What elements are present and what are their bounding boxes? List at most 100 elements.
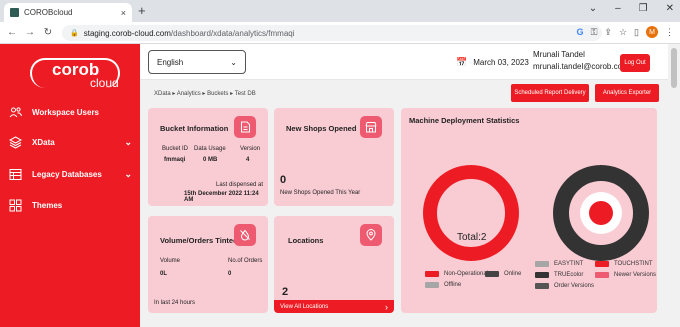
orders-label: No.of Orders [228,258,263,264]
donut-total-label: Total:2 [457,232,487,243]
legend-swatch [425,282,439,288]
url-path: /dashboard/xdata/analytics/fmmaqi [170,28,295,38]
breadcrumb-separator: ▸ [172,91,176,97]
chevron-down-icon: ⌄ [230,57,237,67]
browser-tab-bar: COROBcloud × + ⌄ – ❐ ✕ [0,0,680,22]
tinted-footer: In last 24 hours [154,300,196,306]
legend-online: Online [485,271,521,277]
card-title: Volume/Orders Tinted [160,236,238,245]
legend-label: Order Versions [554,283,595,289]
legend-newer-versions: Newer Versions [595,272,656,278]
version-header: Version [240,146,261,152]
sidebar-item-label: Legacy Databases [32,169,102,179]
tab-close-icon[interactable]: × [121,8,126,18]
logo-sub: cloud [90,76,119,90]
back-icon[interactable]: ← [6,27,18,38]
shops-count: 0 [280,174,287,186]
language-value: English [157,57,184,67]
tint-off-icon [234,224,256,246]
sidebar-item-xdata[interactable]: XData ⌄ [8,135,132,149]
user-email: mrunali.tandel@corob.com [533,62,629,71]
grid-icon [8,198,22,212]
bucket-info-card: Bucket Information Bucket ID Data Usage … [148,108,268,206]
legend-offline: Offline [425,282,461,288]
document-icon [234,116,256,138]
breadcrumb-item[interactable]: XData [154,91,171,97]
last-dispensed-label: Last dispensed at [216,182,264,188]
share-icon[interactable]: ⇪ [604,27,612,38]
view-all-locations-link[interactable]: View All Locations › [274,300,394,313]
card-title: Machine Deployment Statistics [409,116,520,125]
legend-non-operational: Non-Operational [425,271,488,277]
menu-icon[interactable]: ⋮ [665,27,674,38]
breadcrumb-item[interactable]: Buckets [207,91,228,97]
version-value: 4 [246,157,250,163]
vertical-scrollbar[interactable] [668,44,680,327]
legend-swatch [595,261,609,267]
card-title: Locations [288,236,324,245]
location-pin-icon [360,224,382,246]
sidebar-item-workspace-users[interactable]: Workspace Users [8,105,132,119]
user-info: Mrunali Tandel mrunali.tandel@corob.com [533,49,629,73]
tab-title: COROBcloud [24,8,73,17]
layers-icon [8,135,22,149]
locations-card: Locations 2 View All Locations › [274,216,394,313]
orders-value: 0 [228,271,232,277]
locations-count: 2 [282,286,289,298]
maximize-icon[interactable]: ❐ [639,3,648,14]
machine-status-donut [423,165,519,261]
breadcrumb-item: Test DB [234,91,256,97]
machine-deployment-card: Machine Deployment Statistics Total:2 No… [401,108,657,313]
sidepanel-icon[interactable]: ▯ [634,27,639,38]
current-date: March 03, 2023 [473,58,529,67]
window-controls: ⌄ – ❐ ✕ [589,3,674,14]
legend-swatch [535,272,549,278]
sidebar-item-legacy-databases[interactable]: Legacy Databases ⌄ [8,167,132,181]
card-title: New Shops Opened [286,124,357,133]
chevron-right-icon: › [385,301,388,312]
new-shops-card: New Shops Opened 0 New Shops Opened This… [274,108,394,206]
legend-order-versions: Order Versions [535,283,594,289]
top-bar: English ⌄ 📅 March 03, 2023 Mrunali Tande… [140,44,668,80]
last-dispensed-value: 15th December 2022 11:24 AM [184,191,259,203]
scrollbar-thumb[interactable] [671,48,677,88]
language-select[interactable]: English ⌄ [148,50,246,74]
store-icon [360,116,382,138]
machine-version-donut [553,165,649,261]
volume-label: Volume [160,258,181,264]
sidebar-item-themes[interactable]: Themes [8,198,132,212]
reload-icon[interactable]: ↻ [42,27,54,38]
favicon-icon [10,8,19,17]
sidebar-item-label: XData [32,137,55,147]
sidebar: corob cloud Workspace Users XData ⌄ Lega… [0,44,140,327]
new-tab-icon[interactable]: + [138,3,146,18]
scheduled-report-delivery-button[interactable]: Scheduled Report Delivery [511,84,589,102]
profile-avatar[interactable]: M [646,26,658,38]
legend-label: TRUEcolor [554,272,584,278]
horizontal-scrollbar[interactable] [140,319,680,327]
legend-swatch [535,261,549,267]
legend-swatch [425,271,439,277]
logout-button[interactable]: Log Out [620,54,650,72]
tab-search-chevron-icon[interactable]: ⌄ [589,3,597,14]
star-icon[interactable]: ☆ [619,27,627,38]
legend-touchstint: TOUCHSTINT [595,261,653,267]
forward-icon[interactable]: → [24,27,36,38]
legend-label: Non-Operational [444,271,489,277]
data-usage-header: Data Usage [194,146,226,152]
legend-label: Offline [444,282,462,288]
window-close-icon[interactable]: ✕ [666,3,674,14]
corob-cloud-logo[interactable]: corob cloud [30,54,125,94]
google-icon[interactable]: G [577,27,584,37]
address-bar: ← → ↻ 🔒 staging.corob-cloud.com/dashboar… [0,22,680,44]
browser-tab[interactable]: COROBcloud × [4,3,132,22]
volume-orders-card: Volume/Orders Tinted Volume No.of Orders… [148,216,268,313]
breadcrumb-item[interactable]: Analytics [177,91,201,97]
breadcrumb: XData ▸ Analytics ▸ Buckets ▸ Test DB [154,90,256,97]
url-input[interactable]: 🔒 staging.corob-cloud.com/dashboard/xdat… [62,25,602,41]
key-icon[interactable]: ⚿ [591,27,598,38]
minimize-icon[interactable]: – [615,3,621,14]
legend-label: Online [504,271,522,277]
analytics-exporter-button[interactable]: Analytics Exporter [595,84,659,102]
view-all-locations-label: View All Locations [280,303,329,310]
